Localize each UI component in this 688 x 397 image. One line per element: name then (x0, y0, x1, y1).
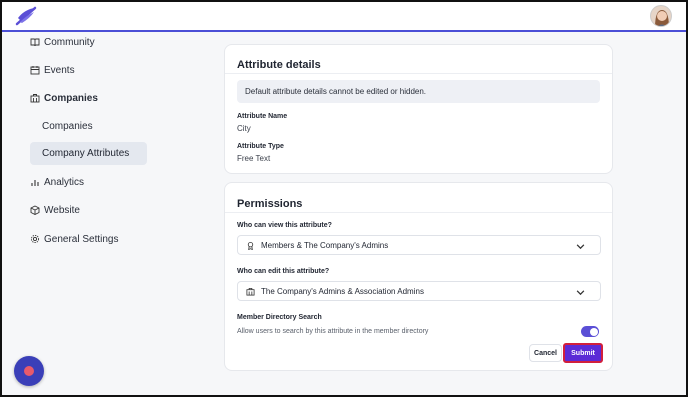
divider (225, 212, 612, 213)
divider (225, 73, 612, 74)
attribute-name-value: City (237, 124, 251, 133)
sidebar-item-label: Companies (44, 92, 98, 104)
attribute-type-value: Free Text (237, 154, 271, 163)
user-avatar[interactable] (650, 5, 672, 27)
info-notice: Default attribute details cannot be edit… (237, 80, 600, 103)
app-window: Community Events Companies Companies Com… (0, 0, 688, 397)
sidebar-item-label: Analytics (44, 176, 85, 188)
calendar-icon (30, 66, 40, 75)
cube-icon (30, 205, 40, 215)
card-title: Permissions (237, 198, 303, 210)
card-title: Attribute details (237, 59, 321, 71)
select-value: Members & The Company's Admins (261, 240, 389, 250)
building-icon (30, 94, 40, 103)
permissions-card: Permissions Who can view this attribute?… (224, 182, 613, 371)
view-permission-select[interactable]: Members & The Company's Admins (237, 235, 601, 255)
sidebar-item-community[interactable]: Community (30, 32, 95, 52)
building-icon (246, 287, 255, 296)
sidebar-subitem-company-attributes[interactable]: Company Attributes (30, 142, 147, 165)
member-search-help: Allow users to search by this attribute … (237, 328, 429, 335)
book-icon (30, 38, 40, 47)
record-icon (24, 366, 34, 376)
attribute-type-label: Attribute Type (237, 143, 284, 150)
edit-permission-select[interactable]: The Company's Admins & Association Admin… (237, 281, 601, 301)
sidebar-item-events[interactable]: Events (30, 60, 75, 80)
sidebar-item-analytics[interactable]: Analytics (30, 172, 84, 192)
member-search-toggle[interactable] (581, 326, 599, 337)
support-chat-button[interactable] (14, 356, 44, 386)
bar-chart-icon (31, 180, 39, 186)
gear-icon (30, 234, 40, 244)
sidebar-item-companies[interactable]: Companies (30, 88, 98, 108)
sidebar-item-label: Website (44, 204, 80, 216)
sidebar-item-label: Companies (42, 120, 93, 132)
chevron-down-icon (576, 244, 585, 250)
sidebar-item-website[interactable]: Website (30, 200, 80, 220)
sidebar-subitem-companies[interactable]: Companies (42, 116, 93, 136)
attribute-details-card: Attribute details Default attribute deta… (224, 44, 613, 174)
cancel-button[interactable]: Cancel (529, 344, 562, 362)
top-bar (2, 2, 686, 32)
sidebar-item-general-settings[interactable]: General Settings (30, 229, 119, 249)
sidebar-item-label: Community (44, 36, 95, 48)
select-value: The Company's Admins & Association Admin… (261, 286, 424, 296)
submit-button[interactable]: Submit (563, 343, 603, 363)
sidebar-item-label: General Settings (44, 233, 119, 245)
sidebar-item-label: Company Attributes (42, 148, 130, 159)
sidebar-item-label: Events (44, 64, 75, 76)
chevron-down-icon (576, 290, 585, 296)
sidebar: Community Events Companies Companies Com… (2, 32, 202, 395)
award-icon (247, 241, 254, 250)
attribute-name-label: Attribute Name (237, 113, 288, 120)
app-logo-icon[interactable] (14, 6, 38, 26)
member-search-label: Member Directory Search (237, 314, 322, 321)
edit-permission-label: Who can edit this attribute? (237, 268, 330, 275)
view-permission-label: Who can view this attribute? (237, 222, 332, 229)
